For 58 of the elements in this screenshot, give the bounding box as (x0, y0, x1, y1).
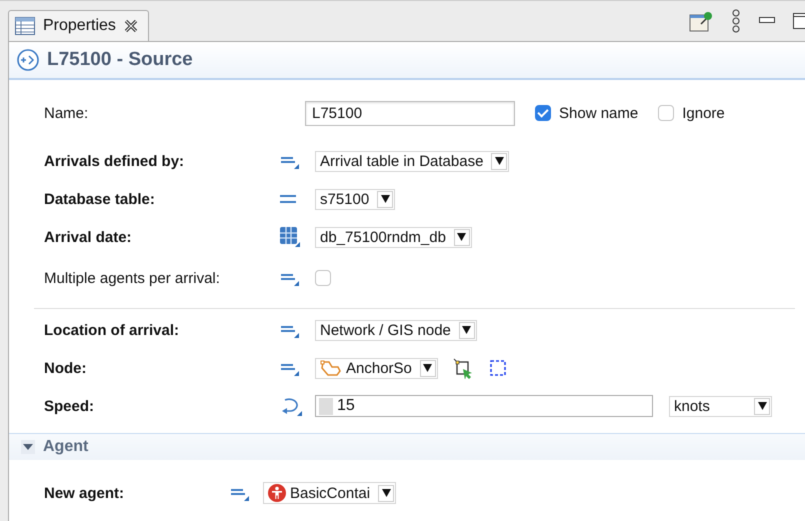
caret-icon (462, 326, 472, 334)
speed-field[interactable]: 15 (315, 395, 653, 417)
field-label: Node: (44, 360, 88, 376)
table-icon[interactable] (280, 227, 300, 247)
name-field[interactable]: L75100 (305, 100, 515, 126)
loop-icon[interactable] (280, 396, 302, 416)
checkbox-label: Ignore (682, 104, 725, 122)
caret-icon (494, 157, 504, 165)
checkbox[interactable] (658, 105, 674, 121)
selection-frame-icon[interactable] (488, 358, 508, 378)
dropdown-field[interactable]: Arrival table in Database (315, 150, 510, 172)
dropdown-field[interactable]: AnchorSo (315, 358, 438, 378)
select-node-icon[interactable] (452, 357, 474, 379)
field-label: Multiple agents per arrival: (44, 270, 221, 286)
field-label: Name: (44, 104, 90, 122)
dropdown-button[interactable] (377, 190, 394, 208)
agent-icon (268, 484, 286, 502)
static-value-icon[interactable] (280, 194, 296, 204)
checkbox[interactable] (315, 270, 331, 286)
dropdown-button[interactable] (378, 484, 394, 502)
header-title: L75100 - Source (47, 49, 193, 71)
dropdown-field[interactable]: s75100 (315, 188, 396, 210)
dropdown-button[interactable] (491, 152, 508, 170)
dropdown-button[interactable] (754, 398, 770, 414)
properties-tab[interactable]: Properties (8, 10, 149, 41)
dropdown-button[interactable] (458, 322, 475, 338)
pin-icon[interactable] (689, 10, 713, 32)
caret-icon (457, 233, 466, 241)
field-label: Location of arrival: (44, 322, 180, 338)
caret-icon (423, 364, 432, 372)
more-icon[interactable] (731, 9, 741, 33)
field-label: New agent: (44, 484, 126, 502)
dropdown-field[interactable]: BasicContai (263, 482, 396, 504)
caret-icon (382, 489, 391, 497)
field-label: Arrival date: (44, 228, 133, 246)
maximize-icon[interactable] (793, 13, 805, 29)
dropdown-button[interactable] (454, 228, 470, 246)
table-icon (15, 17, 35, 35)
minimize-icon[interactable] (759, 17, 775, 25)
dropdown-field[interactable]: Network / GIS node (315, 320, 477, 340)
caret-icon (23, 444, 33, 450)
checkbox[interactable] (535, 105, 551, 121)
section-title: Agent (43, 438, 88, 456)
field-label: Speed: (44, 398, 96, 414)
checkbox-label: Show name (559, 104, 638, 122)
collapse-toggle[interactable] (21, 440, 35, 454)
unit-dropdown[interactable]: knots (669, 396, 772, 416)
node-icon (320, 360, 342, 376)
caret-icon (758, 402, 766, 410)
field-label: Arrivals defined by: (44, 152, 186, 170)
field-label: Database table: (44, 190, 156, 208)
source-icon (17, 49, 39, 71)
tab-label: Properties (43, 17, 116, 35)
dropdown-button[interactable] (420, 360, 436, 376)
close-icon[interactable] (124, 19, 138, 33)
dropdown-field[interactable]: db_75100rndm_db (315, 226, 472, 248)
caret-icon (380, 195, 390, 203)
section-header[interactable]: Agent (9, 433, 805, 460)
